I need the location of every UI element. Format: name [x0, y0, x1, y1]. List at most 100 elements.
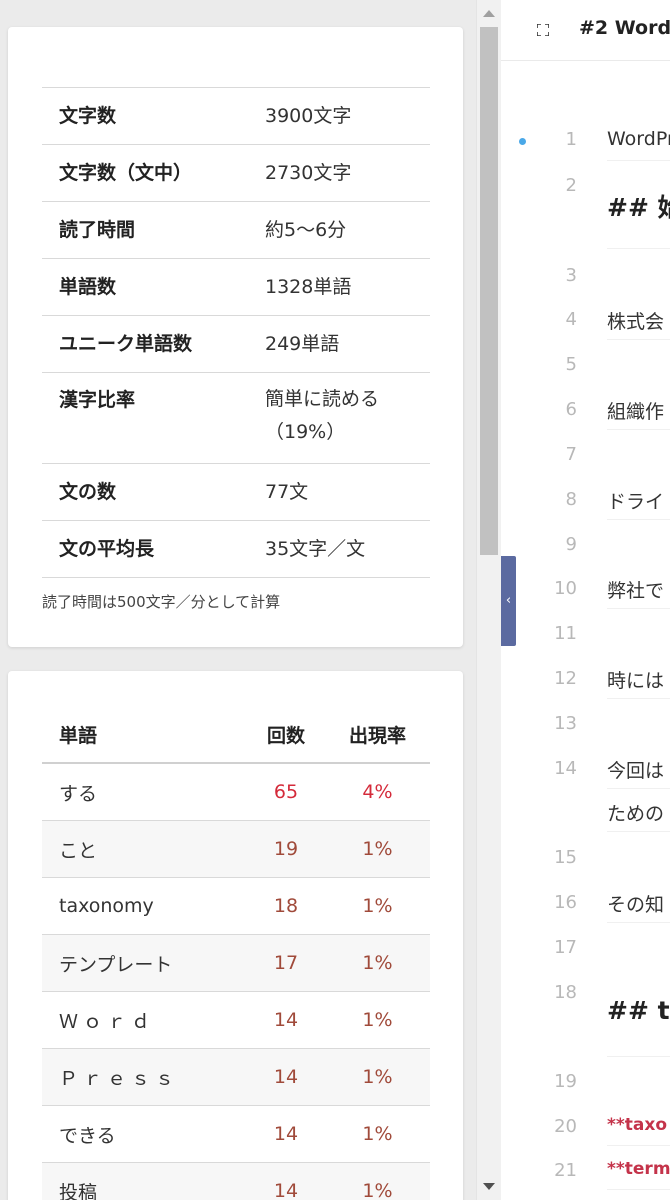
editor-pane[interactable]: #2 WordPress 1 WordPress 2 ## 始 3 4 株式会 …	[501, 0, 670, 1200]
line-number: 14	[554, 758, 577, 779]
stats-label: 文の数	[42, 463, 265, 521]
stats-card: 文字数 3900文字 文字数（文中） 2730文字 読了時間 約5〜6分 単語数…	[8, 27, 463, 647]
rate-cell: 1%	[325, 877, 430, 935]
word-cell: こと	[42, 820, 247, 878]
line-number: 12	[554, 668, 577, 689]
line-number: 8	[565, 489, 577, 510]
editor-header: #2 WordPress	[501, 0, 670, 61]
left-pane[interactable]: 文字数 3900文字 文字数（文中） 2730文字 読了時間 約5〜6分 単語数…	[0, 0, 476, 1200]
stats-label: 単語数	[42, 258, 265, 316]
code-line[interactable]: 今回は	[607, 756, 670, 789]
count-cell: 14	[247, 1048, 325, 1106]
kanji-ratio-percent: （19%）	[265, 421, 346, 443]
stats-label: 漢字比率	[42, 372, 265, 464]
stats-value: 249単語	[265, 315, 430, 373]
chevron-left-icon: ‹	[505, 593, 512, 608]
word-cell: Ｐｒｅｓｓ	[42, 1048, 247, 1106]
line-number: 7	[565, 444, 577, 465]
count-cell: 14	[247, 1105, 325, 1163]
stats-value: 3900文字	[265, 87, 430, 145]
line-number: 10	[554, 578, 577, 599]
arrow-down-icon[interactable]	[483, 1183, 495, 1190]
column-header-rate[interactable]: 出現率	[325, 706, 430, 764]
column-header-word[interactable]: 単語	[42, 706, 247, 764]
stats-row: 単語数 1328単語	[42, 258, 430, 316]
stats-label: 文字数	[42, 87, 265, 145]
stats-row: 文の数 77文	[42, 463, 430, 521]
collapse-panel-button[interactable]: ‹	[501, 556, 516, 646]
line-number: 21	[554, 1160, 577, 1181]
word-frequency-table: 単語 回数 出現率 する 65 4% こと 19 1% taxonomy 18 …	[42, 706, 430, 1200]
word-cell: taxonomy	[42, 877, 247, 935]
line-number: 4	[565, 309, 577, 330]
stats-label: ユニーク単語数	[42, 315, 265, 373]
stats-row: 読了時間 約5〜6分	[42, 201, 430, 259]
rate-cell: 1%	[325, 1162, 430, 1200]
code-line[interactable]: その知	[607, 890, 670, 923]
stats-row: ユニーク単語数 249単語	[42, 315, 430, 373]
arrow-up-icon[interactable]	[483, 10, 495, 17]
code-line[interactable]: WordPress	[607, 128, 670, 161]
line-number: 20	[554, 1116, 577, 1137]
code-line[interactable]: ドライ	[607, 487, 670, 520]
line-number: 11	[554, 623, 577, 644]
stats-value: 1328単語	[265, 258, 430, 316]
line-number: 16	[554, 892, 577, 913]
table-row: できる 14 1%	[42, 1105, 430, 1163]
table-row: taxonomy 18 1%	[42, 877, 430, 935]
line-number: 2	[565, 175, 577, 196]
stats-value: 2730文字	[265, 144, 430, 202]
word-cell: する	[42, 763, 247, 821]
code-line[interactable]: ## ta	[607, 996, 670, 1057]
table-header-row: 単語 回数 出現率	[42, 706, 430, 764]
code-line[interactable]: **taxo	[607, 1115, 670, 1146]
stats-row: 文字数 3900文字	[42, 87, 430, 145]
stats-label: 読了時間	[42, 201, 265, 259]
code-line[interactable]: 弊社で	[607, 576, 670, 609]
stats-row: 文字数（文中） 2730文字	[42, 144, 430, 202]
line-number: 9	[565, 534, 577, 555]
word-cell: テンプレート	[42, 934, 247, 992]
rate-cell: 1%	[325, 991, 430, 1049]
code-line-wrap[interactable]: ための	[607, 799, 670, 832]
line-number: 18	[554, 982, 577, 1003]
editor-title: #2 WordPress	[579, 17, 670, 39]
stats-value: 35文字／文	[265, 520, 430, 578]
current-line-indicator	[519, 138, 526, 145]
table-row: Ｐｒｅｓｓ 14 1%	[42, 1048, 430, 1106]
rate-cell: 1%	[325, 1048, 430, 1106]
word-cell: Ｗｏｒｄ	[42, 991, 247, 1049]
line-number: 19	[554, 1071, 577, 1092]
rate-cell: 1%	[325, 820, 430, 878]
line-number: 6	[565, 399, 577, 420]
stats-table: 文字数 3900文字 文字数（文中） 2730文字 読了時間 約5〜6分 単語数…	[42, 87, 430, 578]
code-line[interactable]: **term	[607, 1159, 670, 1190]
word-cell: 投稿	[42, 1162, 247, 1200]
count-cell: 14	[247, 1162, 325, 1200]
line-number: 1	[565, 129, 577, 150]
line-number: 3	[565, 265, 577, 286]
line-number: 13	[554, 713, 577, 734]
vertical-scrollbar[interactable]	[476, 0, 501, 1200]
stats-value: 77文	[265, 463, 430, 521]
stats-label: 文の平均長	[42, 520, 265, 578]
table-row: こと 19 1%	[42, 820, 430, 878]
code-line[interactable]: 時には	[607, 666, 670, 699]
table-row: Ｗｏｒｄ 14 1%	[42, 991, 430, 1049]
table-row: テンプレート 17 1%	[42, 934, 430, 992]
scrollbar-thumb[interactable]	[480, 27, 498, 555]
expand-icon[interactable]	[537, 24, 549, 36]
count-cell: 17	[247, 934, 325, 992]
reading-time-note: 読了時間は500文字／分として計算	[42, 593, 281, 611]
count-cell: 19	[247, 820, 325, 878]
line-number: 5	[565, 354, 577, 375]
table-row: 投稿 14 1%	[42, 1162, 430, 1200]
count-cell: 14	[247, 991, 325, 1049]
code-line[interactable]: ## 始	[607, 188, 670, 249]
count-cell: 65	[247, 763, 325, 821]
column-header-count[interactable]: 回数	[247, 706, 325, 764]
code-line[interactable]: 株式会	[607, 307, 670, 340]
line-number: 17	[554, 937, 577, 958]
stats-row: 文の平均長 35文字／文	[42, 520, 430, 578]
code-line[interactable]: 組織作	[607, 397, 670, 430]
